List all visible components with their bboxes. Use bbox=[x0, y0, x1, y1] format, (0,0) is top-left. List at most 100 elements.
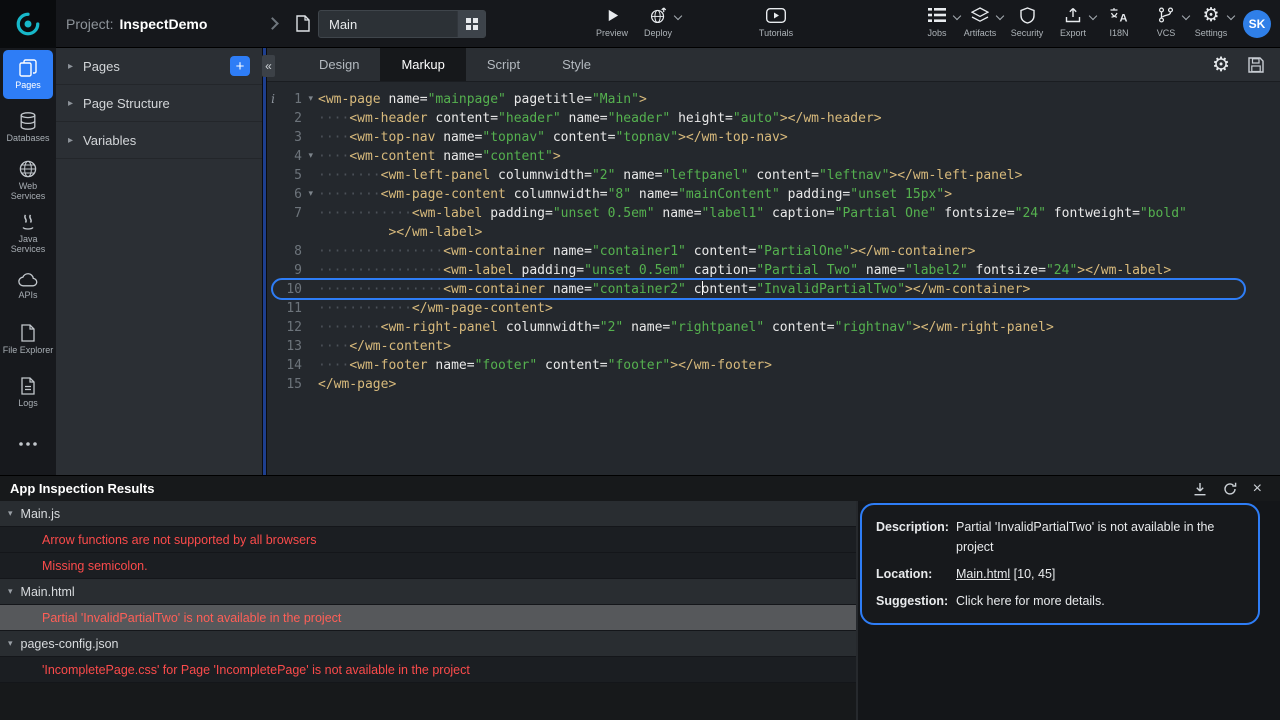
page-selector[interactable]: Main bbox=[318, 10, 486, 38]
line-gutter: 15 bbox=[267, 375, 318, 394]
line-gutter: 14 bbox=[267, 356, 318, 375]
more-icon bbox=[19, 442, 37, 446]
tab-style[interactable]: Style bbox=[541, 48, 612, 81]
code-line[interactable]: 6▾········<wm-page-content columnwidth="… bbox=[267, 185, 1280, 204]
close-panel-button[interactable]: × bbox=[1253, 482, 1262, 496]
code-line[interactable]: 3····<wm-top-nav name="topnav" content="… bbox=[267, 128, 1280, 147]
panel-resizer[interactable] bbox=[262, 48, 267, 475]
deploy-button[interactable]: Deploy bbox=[634, 5, 682, 38]
rail-item-file-explorer[interactable]: File Explorer bbox=[0, 313, 56, 366]
fold-caret-icon[interactable]: ▾ bbox=[302, 147, 313, 166]
inspection-section-header[interactable]: ▾Main.html bbox=[0, 579, 856, 605]
suggestion-value: Click here for more details. bbox=[956, 591, 1244, 611]
tool-label: I18N bbox=[1095, 28, 1143, 38]
code-line[interactable]: 11············</wm-page-content> bbox=[267, 299, 1280, 318]
inspection-section-header[interactable]: ▾ Main.js bbox=[0, 501, 856, 527]
line-gutter: 7 bbox=[267, 204, 318, 223]
vcs-button[interactable]: VCS bbox=[1142, 5, 1190, 38]
line-number: 9 bbox=[279, 261, 302, 280]
code-line[interactable]: 7············<wm-label padding="unset 0.… bbox=[267, 204, 1280, 223]
project-name: InspectDemo bbox=[119, 16, 207, 32]
grid-icon[interactable] bbox=[457, 11, 485, 37]
rail-item-label: Web Services bbox=[0, 181, 56, 201]
inspection-item[interactable]: Partial 'InvalidPartialTwo' is not avail… bbox=[0, 605, 856, 631]
rail-item-logs[interactable]: Logs bbox=[0, 366, 56, 419]
wavemaker-logo-icon bbox=[15, 11, 41, 37]
rail-item-apis[interactable]: APIs bbox=[0, 260, 56, 313]
save-button[interactable] bbox=[1248, 57, 1264, 73]
code-line[interactable]: 5········<wm-left-panel columnwidth="2" … bbox=[267, 166, 1280, 185]
artifacts-button[interactable]: Artifacts bbox=[956, 5, 1004, 38]
inspection-item[interactable]: Missing semicolon. bbox=[0, 553, 856, 579]
line-number: 2 bbox=[279, 109, 302, 128]
rail-item-label: Pages bbox=[14, 80, 42, 90]
security-button[interactable]: Security bbox=[1003, 5, 1051, 38]
rail-item-more[interactable] bbox=[0, 419, 56, 472]
line-number: 11 bbox=[279, 299, 302, 318]
code-text: ····<wm-footer name="footer" content="fo… bbox=[318, 356, 1280, 375]
code-line[interactable]: 4▾····<wm-content name="content"> bbox=[267, 147, 1280, 166]
location-position: [10, 45] bbox=[1014, 567, 1056, 581]
file-icon bbox=[21, 324, 35, 342]
tab-markup[interactable]: Markup bbox=[380, 48, 465, 81]
code-line[interactable]: 8················<wm-container name="con… bbox=[267, 242, 1280, 261]
tab-script[interactable]: Script bbox=[466, 48, 541, 81]
fold-caret-icon[interactable]: ▾ bbox=[302, 90, 313, 109]
rail-item-databases[interactable]: Databases bbox=[0, 101, 56, 154]
editor: Design Markup Script Style ⚙ i1▾<wm-page… bbox=[267, 48, 1280, 475]
caret-down-icon: ▾ bbox=[8, 509, 13, 519]
code-line[interactable]: 10················<wm-container name="co… bbox=[267, 280, 1280, 299]
code-line[interactable]: 15</wm-page> bbox=[267, 375, 1280, 394]
preview-button[interactable]: Preview bbox=[588, 5, 636, 38]
rail-item-web-services[interactable]: Web Services bbox=[0, 154, 56, 207]
collapse-panel-button[interactable]: « bbox=[262, 55, 275, 77]
panel-item-variables[interactable]: ▸ Variables bbox=[56, 122, 262, 159]
caret-right-icon: ▸ bbox=[68, 98, 73, 109]
location-file-link[interactable]: Main.html bbox=[956, 567, 1010, 581]
panel-item-page-structure[interactable]: ▸ Page Structure bbox=[56, 85, 262, 122]
inspection-section-header[interactable]: ▾pages-config.json bbox=[0, 631, 856, 657]
export-button[interactable]: Export bbox=[1049, 5, 1097, 38]
fold-caret-icon[interactable]: ▾ bbox=[302, 185, 313, 204]
code-line[interactable]: 13····</wm-content> bbox=[267, 337, 1280, 356]
logs-document-icon bbox=[21, 377, 35, 395]
rail-item-java-services[interactable]: Java Services bbox=[0, 207, 56, 260]
gear-icon: ⚙ bbox=[1212, 55, 1230, 74]
code-line[interactable]: ></wm-label> bbox=[267, 223, 1280, 242]
wavemaker-studio: Project: InspectDemo Main Preview Deploy… bbox=[0, 0, 1280, 720]
code-editor[interactable]: i1▾<wm-page name="mainpage" pagetitle="M… bbox=[267, 82, 1280, 475]
tab-design[interactable]: Design bbox=[298, 48, 380, 81]
editor-settings-button[interactable]: ⚙ bbox=[1212, 55, 1230, 74]
refresh-icon bbox=[1223, 482, 1237, 496]
refresh-button[interactable] bbox=[1223, 482, 1237, 496]
download-report-button[interactable] bbox=[1193, 482, 1207, 496]
section-file-name: Main.js bbox=[21, 507, 61, 521]
code-text: ············<wm-label padding="unset 0.5… bbox=[318, 204, 1280, 223]
tool-label: Deploy bbox=[634, 28, 682, 38]
user-avatar[interactable]: SK bbox=[1243, 10, 1271, 38]
code-line[interactable]: 14····<wm-footer name="footer" content="… bbox=[267, 356, 1280, 375]
inspection-item[interactable]: 'IncompletePage.css' for Page 'Incomplet… bbox=[0, 657, 856, 683]
translate-icon: A bbox=[1095, 5, 1143, 25]
code-line[interactable]: 12········<wm-right-panel columnwidth="2… bbox=[267, 318, 1280, 337]
line-gutter: 13 bbox=[267, 337, 318, 356]
caret-right-icon: ▸ bbox=[68, 135, 73, 146]
panel-item-pages[interactable]: ▸ Pages + bbox=[56, 48, 262, 85]
code-line[interactable]: 2 ····<wm-header content="header" name="h… bbox=[267, 109, 1280, 128]
section-file-name: Main.html bbox=[21, 585, 75, 599]
details-link[interactable]: Click here bbox=[956, 594, 1012, 608]
jobs-button[interactable]: Jobs bbox=[913, 5, 961, 38]
tutorials-button[interactable]: Tutorials bbox=[752, 5, 800, 38]
add-page-button[interactable]: + bbox=[230, 56, 250, 76]
inspection-panel: App Inspection Results × ▾Main.jsArrow f… bbox=[0, 475, 1280, 720]
code-line[interactable]: i1▾<wm-page name="mainpage" pagetitle="M… bbox=[267, 90, 1280, 109]
code-line[interactable]: 9················<wm-label padding="unse… bbox=[267, 261, 1280, 280]
inspection-item[interactable]: Arrow functions are not supported by all… bbox=[0, 527, 856, 553]
i18n-button[interactable]: A I18N bbox=[1095, 5, 1143, 38]
rail-item-pages[interactable]: Pages bbox=[3, 50, 53, 99]
line-gutter: 5 bbox=[267, 166, 318, 185]
line-gutter: i1▾ bbox=[267, 90, 318, 109]
code-text: ····<wm-header content="header" name="he… bbox=[318, 109, 1280, 128]
settings-button[interactable]: ⚙ Settings bbox=[1187, 5, 1235, 38]
app-logo[interactable] bbox=[0, 0, 56, 48]
